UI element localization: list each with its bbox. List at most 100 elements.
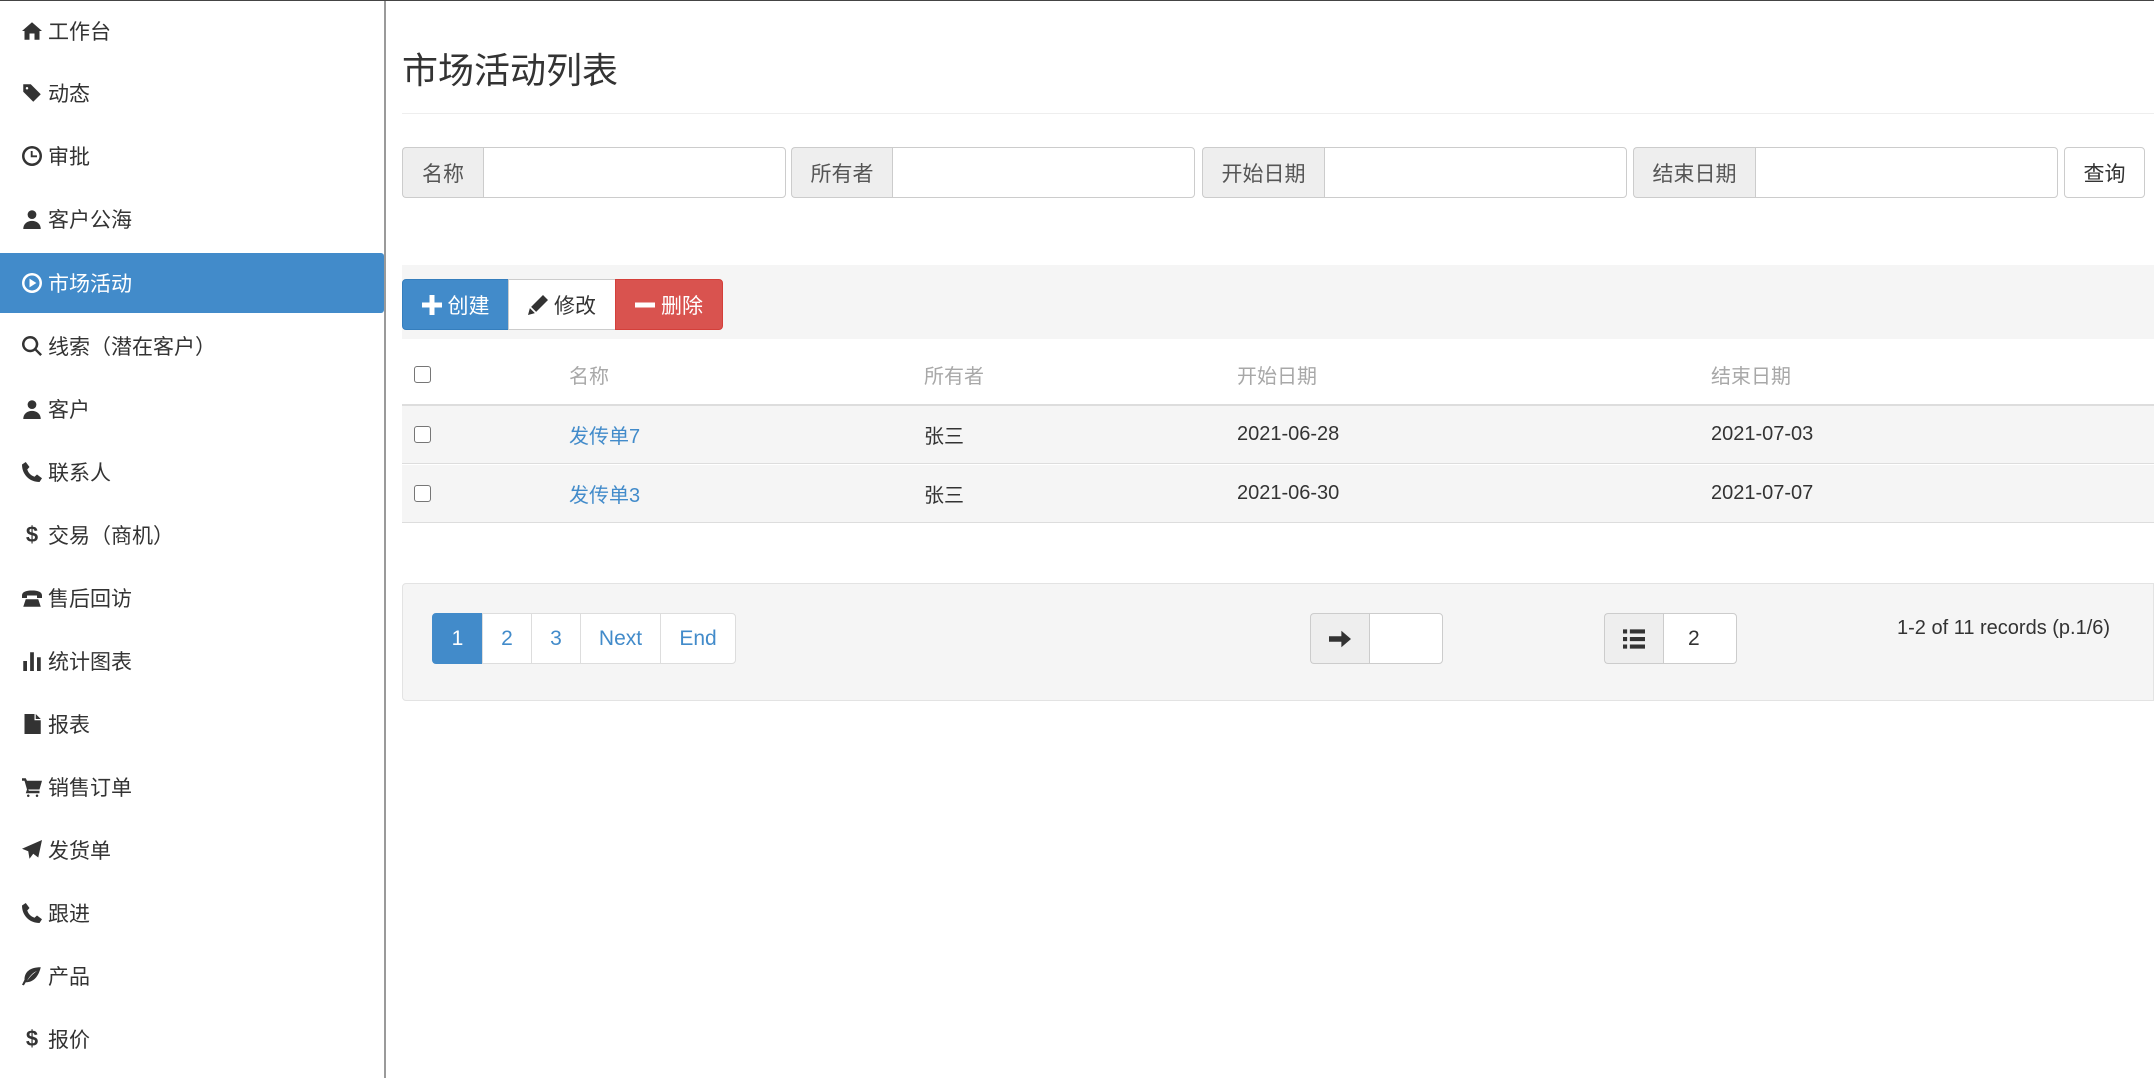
end-date-filter: 结束日期 — [1633, 147, 2058, 198]
sidebar-item-delivery-notes[interactable]: 发货单 — [0, 820, 384, 880]
page-jump-input[interactable] — [1369, 613, 1443, 664]
sidebar-item-contacts[interactable]: 联系人 — [0, 442, 384, 502]
start-date-filter-label: 开始日期 — [1202, 147, 1324, 198]
sidebar-item-activity-feed[interactable]: 动态 — [0, 63, 384, 123]
minus-icon — [635, 302, 655, 307]
name-filter-input[interactable] — [483, 147, 786, 198]
create-button-label: 创建 — [447, 294, 490, 318]
stats-icon — [20, 649, 44, 673]
sidebar-item-label: 工作台 — [48, 21, 111, 44]
sidebar-item-label: 市场活动 — [48, 273, 132, 296]
pagination: 1 2 3 Next End — [432, 613, 736, 664]
sidebar-item-label: 产品 — [48, 966, 90, 989]
sidebar-item-approval[interactable]: 审批 — [0, 126, 384, 186]
title-divider — [402, 113, 2154, 114]
select-all-checkbox[interactable] — [414, 365, 431, 383]
activity-start-date: 2021-06-28 — [1237, 423, 1340, 445]
start-date-filter-input[interactable] — [1324, 147, 1627, 198]
arrow-right-icon[interactable] — [1310, 613, 1369, 664]
activity-name-link[interactable]: 发传单7 — [569, 406, 640, 463]
sidebar-item-customers[interactable]: 客户 — [0, 379, 384, 439]
sidebar-item-label: 客户 — [48, 399, 90, 422]
activity-end-date: 2021-07-07 — [1711, 482, 1814, 504]
pagination-bar: 1 2 3 Next End 2 1-2 of 11 records (p.1/… — [402, 583, 2154, 701]
activity-start-date: 2021-06-30 — [1237, 482, 1340, 504]
row-select-cell — [414, 465, 431, 522]
sidebar-item-label: 跟进 — [48, 903, 90, 926]
end-date-filter-label: 结束日期 — [1633, 147, 1755, 198]
sidebar-item-label: 联系人 — [48, 462, 111, 485]
play-circle-icon — [20, 271, 44, 295]
sidebar-item-label: 发货单 — [48, 840, 111, 863]
sidebar-item-stats-charts[interactable]: 统计图表 — [0, 631, 384, 691]
sidebar-item-after-sales[interactable]: 售后回访 — [0, 568, 384, 628]
pencil-icon — [528, 294, 548, 315]
delete-button[interactable]: 删除 — [615, 279, 723, 330]
home-icon — [20, 19, 44, 43]
delete-button-label: 删除 — [661, 294, 703, 318]
owner-filter-label: 所有者 — [791, 147, 892, 198]
sidebar-item-label: 销售订单 — [48, 777, 132, 800]
sidebar-item-products[interactable]: 产品 — [0, 946, 384, 1006]
sidebar-item-label: 交易（商机） — [48, 525, 174, 548]
header-name[interactable]: 名称 — [569, 344, 609, 404]
sidebar-item-label: 客户公海 — [48, 209, 132, 232]
cart-icon — [20, 775, 44, 799]
main-content: 市场活动列表 名称 所有者 开始日期 结束日期 查询 创建 修改 删除 名称 所… — [402, 0, 2154, 1078]
activity-owner: 张三 — [924, 485, 964, 507]
page-jump — [1310, 613, 1443, 664]
sidebar-item-label: 线索（潜在客户） — [48, 336, 216, 359]
sidebar-item-workbench[interactable]: 工作台 — [0, 1, 384, 61]
phone-icon — [20, 460, 44, 484]
search-icon — [20, 334, 44, 358]
create-button[interactable]: 创建 — [402, 279, 509, 330]
sidebar-item-label: 审批 — [48, 146, 90, 169]
records-summary: 1-2 of 11 records (p.1/6) — [1897, 617, 2111, 639]
activity-name-link[interactable]: 发传单3 — [569, 465, 640, 522]
phone-alt-icon — [20, 586, 44, 610]
dollar-icon: $ — [25, 522, 39, 547]
sidebar-item-public-customers[interactable]: 客户公海 — [0, 189, 384, 249]
query-button[interactable]: 查询 — [2064, 147, 2145, 198]
leaf-icon — [20, 964, 44, 988]
header-end-date[interactable]: 结束日期 — [1711, 344, 1791, 404]
header-start-date[interactable]: 开始日期 — [1237, 344, 1317, 404]
sidebar-item-marketing-activities[interactable]: 市场活动 — [0, 253, 384, 313]
sidebar: 工作台 动态 审批 客户公海 市场活动 线索（潜在客户） 客户 联系人 $ 交易… — [0, 1, 386, 1078]
page-size: 2 — [1604, 613, 1737, 664]
dollar-icon: $ — [25, 1026, 39, 1051]
page-2-button[interactable]: 2 — [482, 613, 532, 664]
sidebar-item-reports[interactable]: 报表 — [0, 694, 384, 754]
sidebar-item-label: 售后回访 — [48, 588, 132, 611]
header-owner[interactable]: 所有者 — [924, 344, 984, 404]
table-row: 发传单7 张三 2021-06-28 2021-07-03 — [402, 406, 2154, 464]
sidebar-item-label: 报表 — [48, 714, 90, 737]
edit-button[interactable]: 修改 — [508, 279, 616, 330]
owner-filter-input[interactable] — [892, 147, 1195, 198]
row-checkbox[interactable] — [414, 485, 431, 502]
end-date-filter-input[interactable] — [1755, 147, 2058, 198]
sidebar-item-deals[interactable]: $ 交易（商机） — [0, 505, 384, 565]
list-icon — [1604, 613, 1663, 664]
tag-icon — [20, 81, 44, 105]
page-1-button[interactable]: 1 — [432, 613, 483, 664]
clock-icon — [20, 144, 44, 168]
sidebar-item-sales-orders[interactable]: 销售订单 — [0, 757, 384, 817]
page-3-button[interactable]: 3 — [531, 613, 581, 664]
next-page-button[interactable]: Next — [580, 613, 661, 664]
sidebar-item-follow-up[interactable]: 跟进 — [0, 883, 384, 943]
start-date-filter: 开始日期 — [1202, 147, 1627, 198]
name-filter-label: 名称 — [402, 147, 483, 198]
table-header: 名称 所有者 开始日期 结束日期 — [402, 344, 2154, 406]
edit-button-label: 修改 — [554, 294, 596, 318]
plus-icon — [421, 294, 442, 315]
send-icon — [20, 838, 44, 862]
row-select-cell — [414, 406, 431, 463]
page-size-input[interactable]: 2 — [1663, 613, 1737, 664]
select-all-cell — [414, 344, 431, 404]
sidebar-item-leads[interactable]: 线索（潜在客户） — [0, 316, 384, 376]
row-checkbox[interactable] — [414, 426, 431, 443]
user-icon — [20, 397, 44, 421]
sidebar-item-quotes[interactable]: $ 报价 — [0, 1009, 384, 1069]
end-page-button[interactable]: End — [660, 613, 736, 664]
